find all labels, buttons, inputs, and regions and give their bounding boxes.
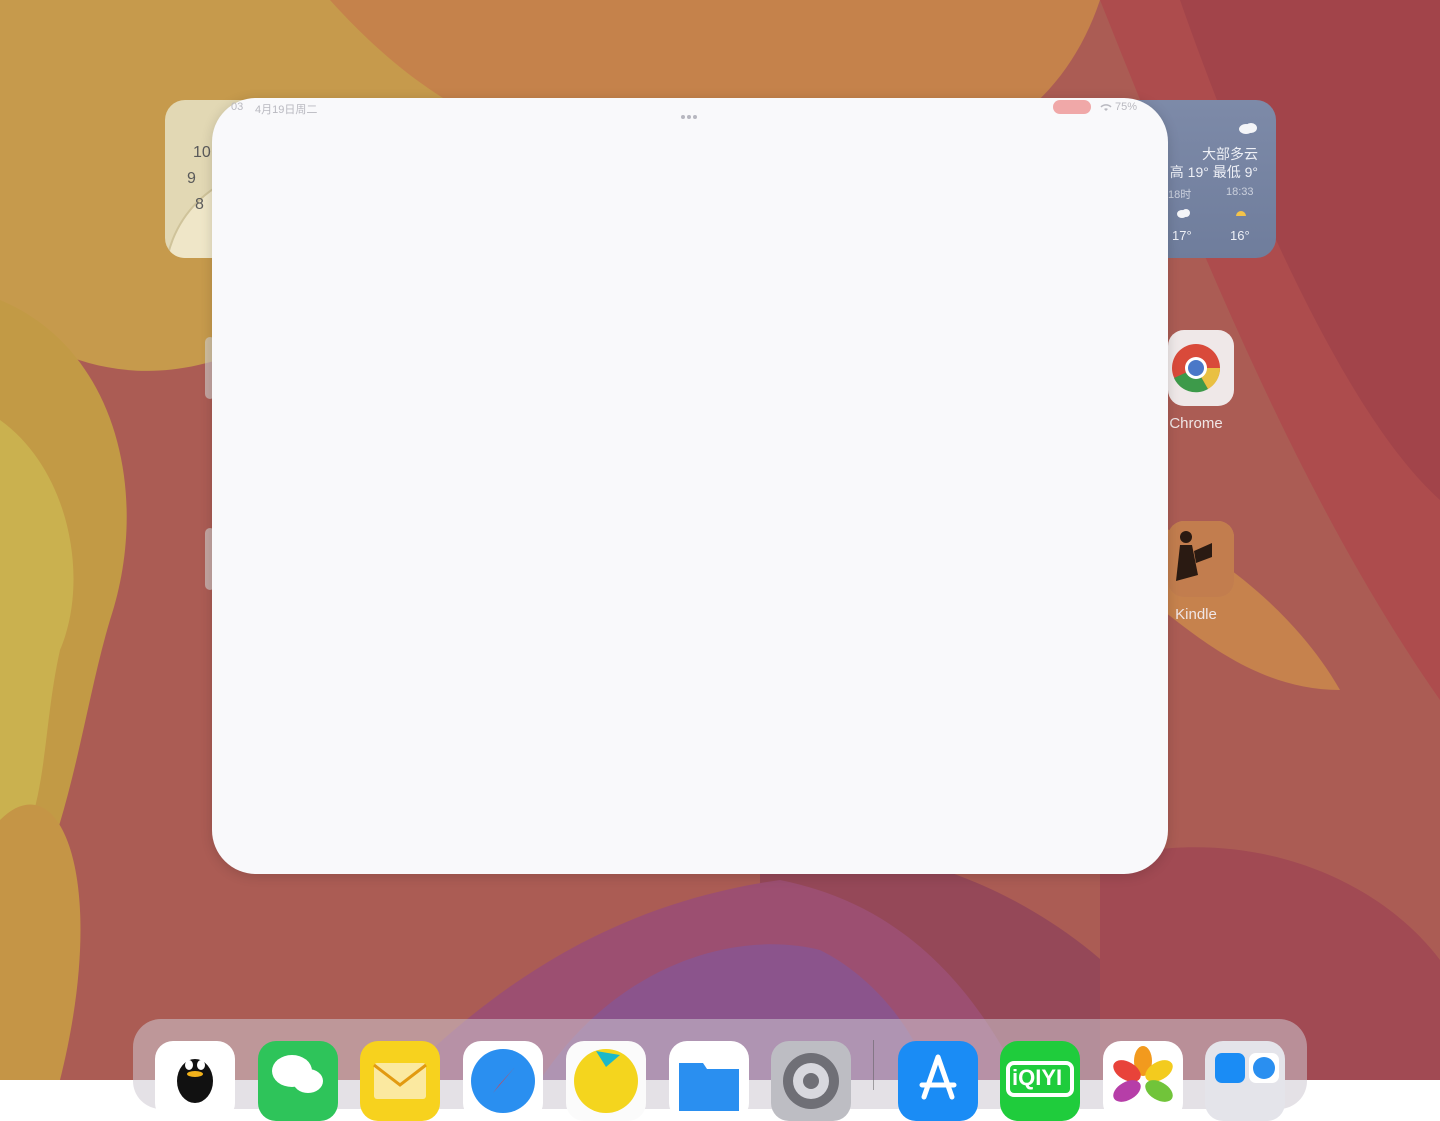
sunset-icon <box>1236 211 1246 216</box>
status-time: 03 <box>231 101 244 113</box>
photos-flower-icon <box>1113 1046 1173 1102</box>
weather-condition: 大部多云 <box>1202 146 1258 162</box>
recording-indicator <box>1053 100 1091 114</box>
floating-app-window[interactable] <box>212 98 1168 874</box>
dock-maps-app[interactable] <box>566 1041 646 1121</box>
dock-safari-app[interactable] <box>463 1041 543 1121</box>
dock-files-app[interactable] <box>669 1041 749 1121</box>
recent-apps-icon <box>1215 1053 1279 1083</box>
gear-icon <box>783 1053 839 1109</box>
dock-iqiyi-app[interactable]: iQIYI <box>1000 1041 1080 1121</box>
wechat-icon <box>272 1055 323 1093</box>
dock-wechat-app[interactable] <box>258 1041 338 1121</box>
app-store-icon <box>919 1054 957 1100</box>
dock-recent-apps[interactable] <box>1205 1041 1285 1121</box>
dock-photos-app[interactable] <box>1103 1041 1183 1121</box>
compass-icon <box>471 1049 535 1113</box>
dock-divider <box>873 1040 874 1090</box>
wifi-icon <box>1100 104 1112 111</box>
folder-icon <box>679 1063 739 1111</box>
dock-mail-app[interactable] <box>360 1041 440 1121</box>
status-date: 4月19日周二 <box>255 104 318 116</box>
forecast-temp-1: 17° <box>1172 228 1192 243</box>
weather-high-low: 高 19° 最低 9° <box>1169 164 1258 180</box>
kindle-reader-icon <box>1168 521 1234 597</box>
forecast-temp-2: 16° <box>1230 228 1250 243</box>
forecast-time-2: 18:33 <box>1226 186 1254 198</box>
iqiyi-logo-text: iQIYI <box>1012 1065 1063 1090</box>
qq-penguin-icon <box>177 1059 213 1103</box>
map-pin-icon <box>574 1049 638 1113</box>
clock-number-9: 9 <box>187 170 196 187</box>
window-grabber-handle[interactable] <box>680 106 698 124</box>
kindle-app[interactable] <box>1168 521 1234 597</box>
cloud-icon <box>1239 123 1257 134</box>
dock-app-store-app[interactable] <box>898 1041 978 1121</box>
chrome-icon <box>1172 344 1221 393</box>
forecast-time-1: 18时 <box>1168 189 1192 201</box>
clock-number-8: 8 <box>195 196 204 213</box>
dock-qq-app[interactable] <box>155 1041 235 1121</box>
battery-percent: 75% <box>1115 101 1138 113</box>
chrome-app[interactable] <box>1168 330 1234 406</box>
cloud-icon <box>1177 209 1190 218</box>
dock-settings-app[interactable] <box>771 1041 851 1121</box>
clock-number-10: 10 <box>193 144 211 161</box>
envelope-icon <box>373 1063 427 1099</box>
